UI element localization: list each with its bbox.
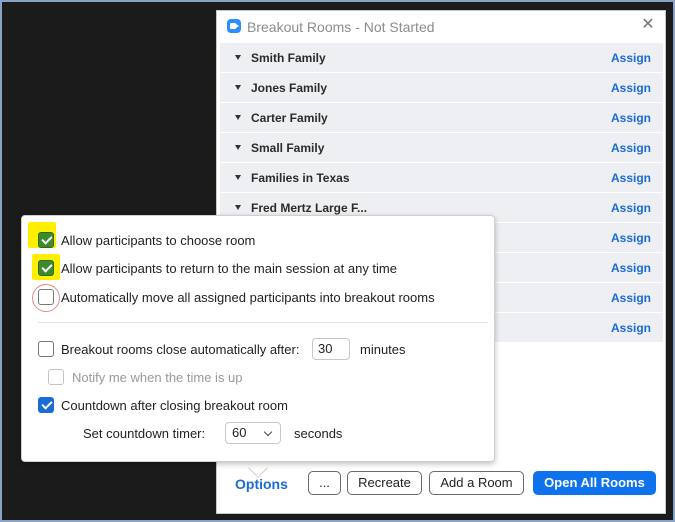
divider [38, 322, 488, 323]
bottom-bar: Options ... Recreate Add a Room Open All… [217, 471, 665, 499]
auto-move-label: Automatically move all assigned particip… [61, 290, 435, 305]
assign-link[interactable]: Assign [611, 321, 651, 335]
return-main-checkbox[interactable] [38, 260, 54, 276]
notify-checkbox [48, 369, 64, 385]
assign-link[interactable]: Assign [611, 111, 651, 125]
room-name: Small Family [251, 141, 325, 155]
assign-link[interactable]: Assign [611, 261, 651, 275]
assign-link[interactable]: Assign [611, 81, 651, 95]
minutes-unit-label: minutes [360, 342, 406, 357]
countdown-checkbox[interactable] [38, 397, 54, 413]
close-icon[interactable]: ✕ [639, 16, 657, 34]
auto-close-checkbox[interactable] [38, 341, 54, 357]
assign-link[interactable]: Assign [611, 291, 651, 305]
auto-close-label: Breakout rooms close automatically after… [61, 342, 300, 357]
assign-link[interactable]: Assign [611, 231, 651, 245]
room-row[interactable]: Families in Texas Assign [220, 163, 663, 193]
options-popover: Allow participants to choose room Allow … [21, 215, 495, 462]
room-name: Families in Texas [251, 171, 350, 185]
auto-move-checkbox[interactable] [38, 289, 54, 305]
option-return-main[interactable]: Allow participants to return to the main… [22, 258, 494, 278]
caret-down-icon[interactable] [235, 115, 241, 120]
open-all-rooms-button[interactable]: Open All Rooms [533, 471, 656, 495]
assign-link[interactable]: Assign [611, 171, 651, 185]
title-bar: Breakout Rooms - Not Started ✕ [217, 11, 665, 42]
notify-label: Notify me when the time is up [72, 370, 243, 385]
caret-down-icon[interactable] [235, 205, 241, 210]
room-row[interactable]: Smith Family Assign [220, 43, 663, 73]
room-name: Smith Family [251, 51, 326, 65]
caret-down-icon[interactable] [235, 175, 241, 180]
room-name: Fred Mertz Large F... [251, 201, 368, 215]
option-auto-move[interactable]: Automatically move all assigned particip… [22, 287, 494, 307]
room-row[interactable]: Jones Family Assign [220, 73, 663, 103]
option-notify: Notify me when the time is up [22, 367, 494, 387]
assign-link[interactable]: Assign [611, 141, 651, 155]
window-title: Breakout Rooms - Not Started [247, 19, 435, 35]
assign-link[interactable]: Assign [611, 201, 651, 215]
room-name: Jones Family [251, 81, 328, 95]
auto-close-minutes-input[interactable]: 30 [312, 338, 350, 360]
option-countdown[interactable]: Countdown after closing breakout room [22, 395, 494, 415]
add-room-button[interactable]: Add a Room [429, 471, 524, 495]
countdown-timer-select[interactable]: 60 [225, 422, 281, 444]
options-button[interactable]: Options [235, 476, 288, 492]
seconds-unit-label: seconds [294, 426, 343, 441]
room-row[interactable]: Carter Family Assign [220, 103, 663, 133]
timer-value: 60 [232, 425, 247, 440]
caret-down-icon[interactable] [235, 85, 241, 90]
recreate-button[interactable]: Recreate [347, 471, 422, 495]
option-choose-room[interactable]: Allow participants to choose room [22, 230, 494, 250]
caret-down-icon[interactable] [235, 145, 241, 150]
room-name: Carter Family [251, 111, 328, 125]
room-row[interactable]: Small Family Assign [220, 133, 663, 163]
choose-room-label: Allow participants to choose room [61, 233, 256, 248]
option-auto-close[interactable]: Breakout rooms close automatically after… [22, 338, 494, 360]
caret-down-icon[interactable] [235, 55, 241, 60]
countdown-label: Countdown after closing breakout room [61, 398, 288, 413]
chevron-down-icon [263, 427, 273, 437]
zoom-app-icon [227, 19, 241, 33]
assign-link[interactable]: Assign [611, 51, 651, 65]
choose-room-checkbox[interactable] [38, 232, 54, 248]
return-main-label: Allow participants to return to the main… [61, 261, 397, 276]
option-timer: Set countdown timer: 60 seconds [22, 422, 494, 444]
more-button[interactable]: ... [308, 471, 341, 495]
timer-label: Set countdown timer: [83, 426, 206, 441]
